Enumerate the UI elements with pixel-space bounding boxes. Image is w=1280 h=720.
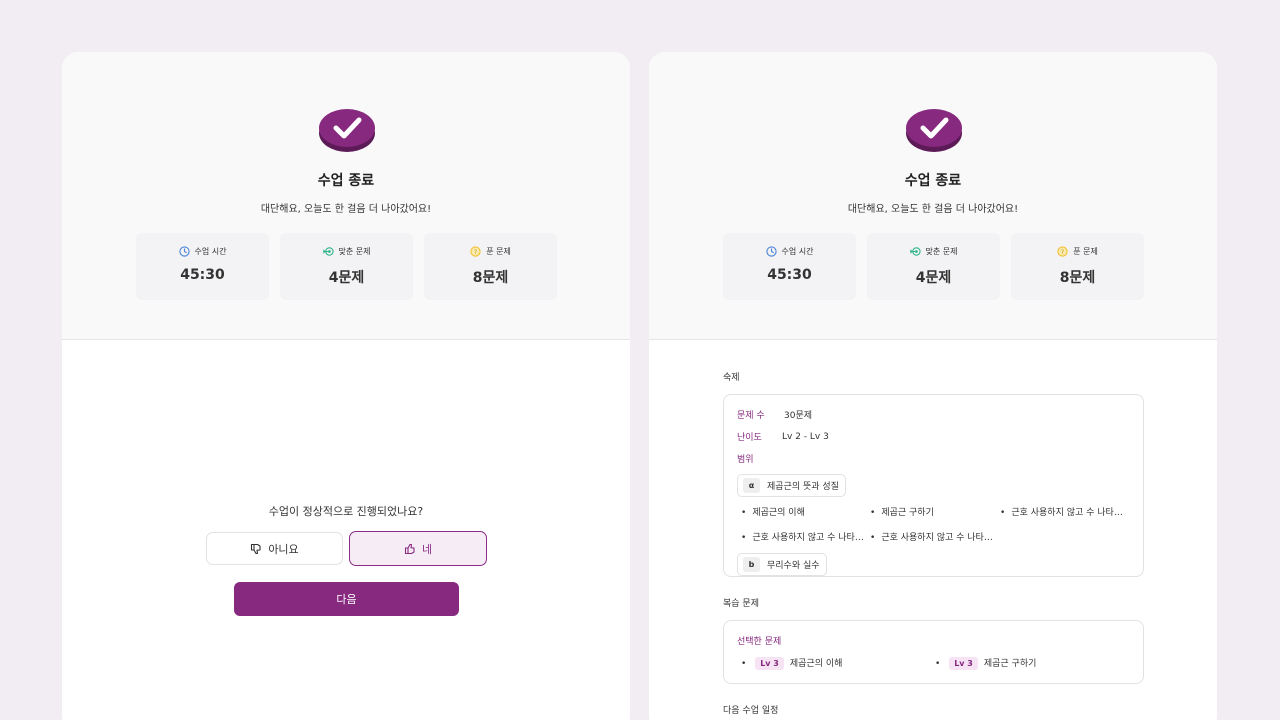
stat-label: 맞춘 문제 — [338, 247, 371, 256]
stat-label: 수업 시간 — [194, 247, 227, 256]
clock-icon — [765, 246, 777, 257]
chapter-chip: α 제곱근의 뜻과 성질 — [737, 474, 846, 497]
homework-range-row: 범위 — [737, 452, 754, 465]
stat-label: 수업 시간 — [781, 247, 814, 256]
stat-correct-count: 맞춘 문제 4문제 — [280, 233, 413, 300]
next-button[interactable]: 다음 — [234, 582, 459, 616]
answer-yes-label: 네 — [421, 542, 433, 556]
homework-count-label: 문제 수 — [737, 411, 765, 421]
answer-no-label: 아니요 — [268, 542, 299, 556]
level-badge: Lv 3 — [949, 657, 978, 670]
summary-title: 수업 종료 — [904, 173, 962, 189]
chapter-name: 무리수와 실수 — [767, 561, 820, 571]
review-selected-row: 선택한 문제 — [737, 634, 781, 647]
homework-section-title: 숙제 — [723, 373, 740, 383]
question-icon: ? — [1057, 246, 1068, 257]
summary-subtitle: 대단해요, 오늘도 한 걸음 더 나아갔어요! — [260, 204, 432, 215]
stat-label: 맞춘 문제 — [925, 247, 958, 256]
homework-level-value: Lv 2 - Lv 3 — [782, 431, 829, 442]
homework-count-row: 문제 수 30문제 — [737, 408, 812, 421]
stat-solved-count: ? 푼 문제 8문제 — [424, 233, 557, 300]
review-item-name: 제곱근 구하기 — [983, 659, 1037, 669]
target-icon — [322, 247, 334, 256]
stat-lesson-time: 수업 시간 45:30 — [136, 233, 269, 300]
clock-icon — [178, 246, 190, 257]
review-card: 선택한 문제 Lv 3 제곱근의 이해 Lv 3 제곱근 구하기 — [723, 620, 1144, 684]
next-schedule-title: 다음 수업 일정 — [723, 706, 779, 716]
topic-item: 근호 사용하지 않고 수 나타… — [870, 530, 993, 543]
topic-item: 근호 사용하지 않고 수 나타… — [741, 530, 864, 543]
thumbs-up-icon — [404, 543, 415, 554]
feedback-question: 수업이 정상적으로 진행되었나요? — [268, 505, 424, 518]
topic-item: 근호 사용하지 않고 수 나타… — [1000, 505, 1123, 518]
topic-item: 제곱근 구하기 — [870, 505, 934, 518]
stat-value: 45:30 — [180, 267, 225, 283]
chapter-chip: b 무리수와 실수 — [737, 553, 827, 576]
thumbs-down-icon — [251, 543, 261, 554]
stat-lesson-time: 수업 시간 45:30 — [723, 233, 856, 300]
summary-subtitle: 대단해요, 오늘도 한 걸음 더 나아갔어요! — [847, 204, 1019, 215]
lesson-end-panel-right: 수업 종료 대단해요, 오늘도 한 걸음 더 나아갔어요! 수업 시간 45:3… — [649, 52, 1217, 720]
stat-value: 45:30 — [767, 267, 812, 283]
stat-value: 4문제 — [915, 270, 952, 286]
stat-value: 8문제 — [1059, 270, 1096, 286]
stat-value: 4문제 — [328, 270, 365, 286]
svg-text:?: ? — [1061, 248, 1064, 256]
topic-item: 제곱근의 이해 — [741, 505, 805, 518]
lesson-summary: 수업 종료 대단해요, 오늘도 한 걸음 더 나아갔어요! 수업 시간 45:3… — [62, 52, 630, 340]
chapter-badge: b — [743, 557, 760, 572]
homework-level-label: 난이도 — [737, 433, 762, 443]
question-icon: ? — [470, 246, 481, 257]
review-section-title: 복습 문제 — [723, 599, 759, 609]
review-item-name: 제곱근의 이해 — [789, 659, 843, 669]
summary-title: 수업 종료 — [317, 173, 375, 189]
homework-card: 문제 수 30문제 난이도 Lv 2 - Lv 3 범위 α 제곱근의 뜻과 성… — [723, 394, 1144, 577]
check-circle-icon — [906, 109, 962, 152]
svg-text:?: ? — [474, 248, 477, 256]
homework-count-value: 30문제 — [784, 411, 813, 421]
stat-value: 8문제 — [472, 270, 509, 286]
review-item: Lv 3 제곱근 구하기 — [935, 656, 1036, 670]
lesson-end-panel-left: 수업 종료 대단해요, 오늘도 한 걸음 더 나아갔어요! 수업 시간 45:3… — [62, 52, 630, 720]
answer-no-button[interactable]: 아니요 — [206, 532, 343, 565]
review-item: Lv 3 제곱근의 이해 — [741, 656, 842, 670]
stat-label: 푼 문제 — [486, 247, 511, 256]
homework-level-row: 난이도 Lv 2 - Lv 3 — [737, 430, 829, 444]
level-badge: Lv 3 — [755, 657, 784, 670]
check-circle-icon — [319, 109, 375, 152]
chapter-badge: α — [743, 478, 760, 493]
lesson-summary: 수업 종료 대단해요, 오늘도 한 걸음 더 나아갔어요! 수업 시간 45:3… — [649, 52, 1217, 340]
stat-correct-count: 맞춘 문제 4문제 — [867, 233, 1000, 300]
homework-range-label: 범위 — [737, 455, 754, 465]
stat-solved-count: ? 푼 문제 8문제 — [1011, 233, 1144, 300]
answer-yes-button[interactable]: 네 — [349, 531, 487, 566]
chapter-name: 제곱근의 뜻과 성질 — [767, 482, 839, 492]
review-selected-label: 선택한 문제 — [737, 637, 782, 647]
target-icon — [909, 247, 921, 256]
stat-label: 푼 문제 — [1073, 247, 1098, 256]
